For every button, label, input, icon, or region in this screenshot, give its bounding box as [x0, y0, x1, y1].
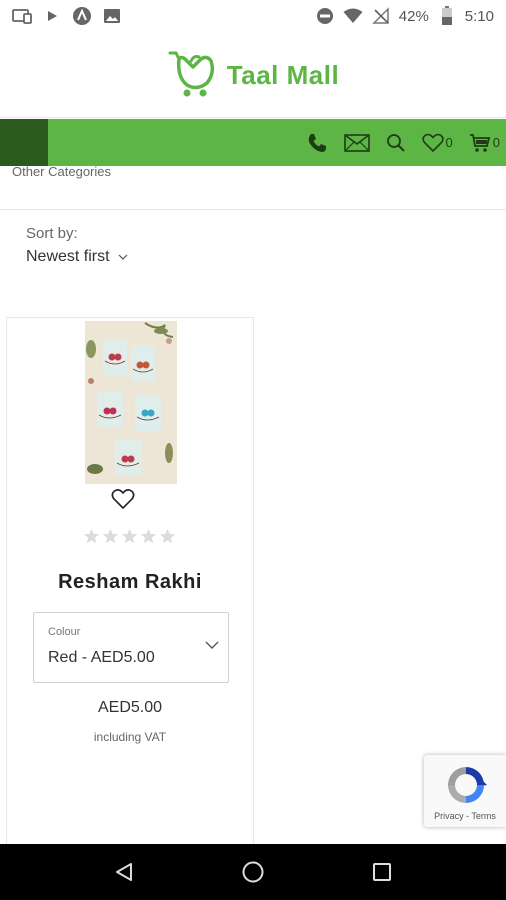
- status-bar: 42% 5:10: [0, 0, 506, 32]
- colour-select-label: Colour: [48, 626, 81, 638]
- clock: 5:10: [464, 7, 494, 25]
- product-price: AED5.00: [97, 699, 163, 716]
- battery-percent: 42%: [398, 7, 429, 25]
- wishlist-nav[interactable]: 0: [421, 133, 453, 153]
- shopping-cart-logo-icon: [167, 47, 219, 104]
- heart-icon: [111, 489, 135, 510]
- star-icon: [121, 528, 138, 544]
- back-button[interactable]: [110, 858, 138, 886]
- colour-select[interactable]: Colour Red - AED5.00: [33, 612, 229, 683]
- product-name[interactable]: Resham Rakhi: [7, 571, 253, 594]
- cart-count: 0: [492, 135, 500, 150]
- main-nav-bar: 0 0: [0, 119, 506, 166]
- cart-nav[interactable]: 0: [469, 133, 500, 153]
- back-icon: [116, 863, 133, 881]
- section-divider: [0, 209, 506, 210]
- star-icon: [159, 528, 176, 544]
- home-button[interactable]: [239, 858, 267, 886]
- cast-icon: [12, 7, 32, 25]
- other-categories-link[interactable]: Other Categories: [12, 164, 111, 179]
- product-card[interactable]: Resham Rakhi Colour Red - AED5.00 AED5.0…: [6, 317, 254, 857]
- image-icon: [102, 7, 122, 25]
- play-icon: [42, 7, 62, 25]
- recaptcha-links[interactable]: Privacy - Terms: [424, 811, 506, 821]
- header-divider: [0, 117, 506, 118]
- menu-button[interactable]: [0, 119, 48, 166]
- chevron-down-icon: [205, 641, 219, 649]
- home-icon: [242, 861, 264, 883]
- product-rating: [83, 528, 176, 545]
- battery-icon: [437, 6, 457, 25]
- cart-icon: [469, 133, 490, 152]
- sort-dropdown[interactable]: Newest first: [26, 248, 128, 266]
- email-icon[interactable]: [343, 133, 370, 152]
- do-not-disturb-icon: [315, 7, 335, 25]
- chevron-down-icon: [118, 254, 128, 260]
- add-to-wishlist-button[interactable]: [111, 488, 137, 512]
- site-logo[interactable]: Taal Mall: [0, 32, 506, 118]
- sort-label: Sort by:: [26, 225, 78, 242]
- logo-text: Taal Mall: [226, 59, 340, 90]
- app-notification-icon: [72, 7, 92, 25]
- vat-note: including VAT: [93, 730, 167, 744]
- phone-icon[interactable]: [306, 132, 328, 154]
- star-icon: [83, 528, 100, 544]
- android-navigation-bar: [0, 844, 506, 900]
- no-signal-icon: [371, 7, 391, 25]
- wishlist-count: 0: [445, 135, 453, 150]
- recaptcha-badge[interactable]: Privacy - Terms: [424, 755, 506, 827]
- recents-icon: [372, 863, 391, 881]
- recaptcha-icon: [448, 767, 487, 803]
- star-icon: [102, 528, 119, 544]
- star-icon: [140, 528, 157, 544]
- recents-button[interactable]: [368, 858, 396, 886]
- heart-icon: [421, 133, 444, 152]
- product-image[interactable]: [85, 321, 177, 484]
- search-icon[interactable]: [386, 133, 406, 153]
- sort-value: Newest first: [26, 248, 110, 265]
- colour-select-value: Red - AED5.00: [48, 649, 155, 666]
- wifi-icon: [343, 7, 363, 25]
